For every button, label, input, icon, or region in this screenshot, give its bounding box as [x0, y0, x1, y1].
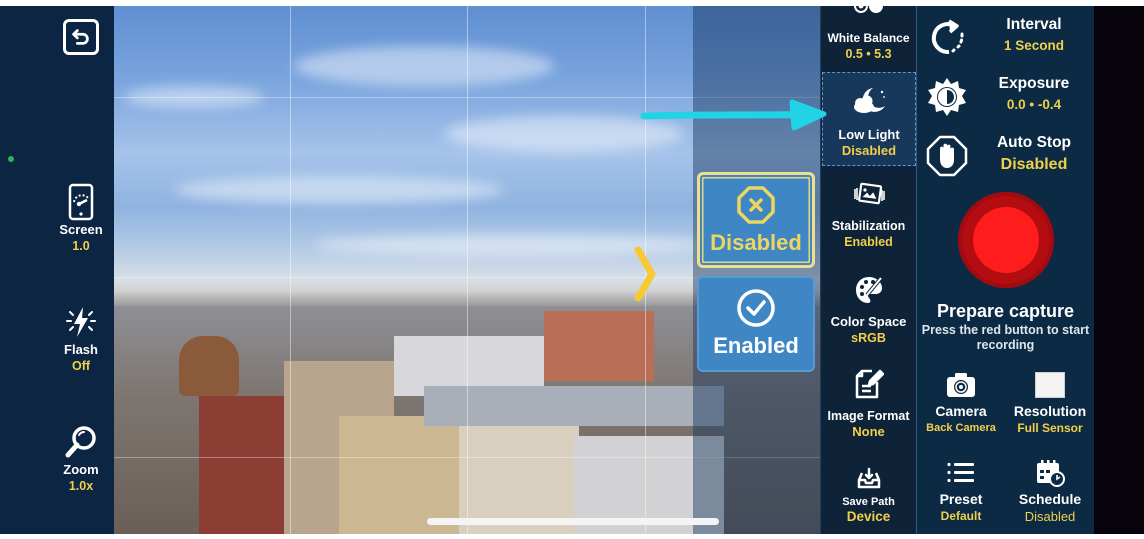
chevron-right-icon[interactable]: [632, 244, 658, 304]
zoom-label: Zoom: [63, 462, 99, 477]
save-tray-icon: [857, 467, 880, 489]
zoom-magnifier-icon: [65, 426, 96, 458]
grid-line-vertical: [467, 6, 468, 534]
interval-refresh-icon: [931, 19, 964, 55]
low-light-value: Disabled: [841, 143, 897, 158]
image-format-label: Image Format: [827, 409, 910, 423]
prepare-capture-subtitle: Press the red button to start recording: [921, 323, 1090, 352]
x-octagon-icon: [737, 186, 775, 224]
schedule-label: Schedule: [1018, 491, 1082, 507]
screen-label: Screen: [59, 222, 103, 237]
camera-label: Camera: [935, 403, 987, 419]
stabilization-setting[interactable]: Stabilization Enabled: [821, 178, 916, 250]
auto-stop-setting[interactable]: Auto Stop Disabled: [917, 130, 1094, 182]
moon-cloud-icon: [854, 88, 885, 113]
cloud: [174, 176, 504, 204]
stabilization-value: Enabled: [844, 235, 893, 249]
screen-value: 1.0: [72, 239, 90, 253]
back-arrow-icon: [72, 29, 89, 45]
camera-preview[interactable]: [114, 6, 820, 534]
flash-label: Flash: [64, 342, 98, 357]
color-space-label: Color Space: [830, 314, 907, 329]
color-space-setting[interactable]: Color Space sRGB: [821, 274, 916, 346]
grid-line-vertical: [290, 6, 291, 534]
stabilization-label: Stabilization: [831, 219, 906, 233]
screen-edge: [1094, 6, 1144, 534]
camera-app-screen: Screen 1.0 Flash Off Zoom 1.0x Disabled …: [0, 6, 1144, 534]
option-enabled-label: Enabled: [713, 333, 799, 358]
auto-stop-label: Auto Stop: [996, 134, 1072, 151]
white-balance-icon: [853, 6, 883, 13]
edit-document-icon: [855, 369, 884, 399]
color-space-value: sRGB: [851, 331, 886, 345]
resolution-square-icon: [1035, 372, 1065, 398]
home-indicator[interactable]: [427, 518, 719, 525]
flash-icon: [66, 307, 96, 337]
schedule-calendar-icon: [1037, 460, 1065, 487]
record-button[interactable]: [958, 192, 1054, 288]
exposure-setting[interactable]: Exposure 0.0 • -0.4: [917, 71, 1094, 123]
left-sidebar: Screen 1.0 Flash Off Zoom 1.0x: [0, 6, 114, 534]
control-column: Interval 1 Second Exposure 0.0 • -0.4 Au…: [917, 6, 1094, 534]
save-path-label: Save Path: [842, 496, 895, 508]
status-indicator-dot: [8, 156, 14, 162]
exposure-sun-icon: [928, 78, 966, 116]
flash-control[interactable]: Flash Off: [48, 302, 114, 374]
preset-value: Default: [940, 509, 982, 523]
auto-stop-value: Disabled: [1000, 156, 1068, 173]
schedule-setting[interactable]: Schedule Disabled: [1006, 456, 1094, 525]
exposure-value: 0.0 • -0.4: [1006, 97, 1062, 112]
cloud: [294, 46, 554, 86]
screen-brightness-control[interactable]: Screen 1.0: [48, 182, 114, 254]
option-disabled[interactable]: Disabled: [697, 172, 815, 268]
screen-brightness-icon: [68, 183, 94, 221]
resolution-setting[interactable]: Resolution Full Sensor: [1006, 368, 1094, 437]
picker-backdrop: [693, 6, 820, 534]
red-building: [199, 396, 284, 534]
low-light-label: Low Light: [838, 127, 900, 142]
flash-value: Off: [71, 359, 91, 373]
palette-icon: [855, 276, 883, 303]
white-balance-label: White Balance: [827, 31, 910, 45]
stabilization-icon: [853, 182, 885, 205]
zoom-control[interactable]: Zoom 1.0x: [48, 422, 114, 494]
preset-setting[interactable]: Preset Default: [917, 456, 1005, 525]
preset-label: Preset: [939, 491, 983, 507]
option-enabled[interactable]: Enabled: [697, 276, 815, 372]
annotation-arrow-icon: [640, 99, 827, 131]
camera-setting[interactable]: Camera Back Camera: [917, 368, 1005, 437]
option-disabled-label: Disabled: [710, 230, 802, 255]
record-icon: [973, 207, 1039, 273]
image-format-setting[interactable]: Image Format None: [821, 368, 916, 440]
tree: [179, 336, 239, 396]
prepare-capture-title: Prepare capture: [936, 301, 1075, 321]
brick-building: [544, 311, 654, 381]
exposure-label: Exposure: [998, 75, 1070, 92]
zoom-value: 1.0x: [68, 479, 94, 493]
hand-stop-icon: [926, 135, 968, 177]
rooftops: [424, 386, 724, 426]
interval-value: 1 Second: [1003, 38, 1065, 53]
camera-icon: [947, 373, 975, 397]
back-button[interactable]: [63, 19, 99, 55]
white-balance-value: 0.5 • 5.3: [845, 47, 892, 61]
resolution-value: Full Sensor: [1017, 421, 1083, 435]
image-format-value: None: [852, 424, 885, 439]
camera-value: Back Camera: [926, 422, 996, 434]
low-light-setting[interactable]: Low Light Disabled: [822, 72, 916, 166]
preset-list-icon: [947, 462, 974, 483]
cream-building: [459, 411, 579, 534]
check-circle-icon: [737, 289, 775, 327]
beige-building: [339, 416, 459, 534]
resolution-label: Resolution: [1013, 403, 1087, 419]
interval-label: Interval: [1006, 16, 1062, 33]
interval-setting[interactable]: Interval 1 Second: [917, 12, 1094, 64]
save-path-value: Device: [846, 509, 891, 524]
schedule-value: Disabled: [1024, 509, 1076, 524]
save-path-setting[interactable]: Save Path Device: [821, 462, 916, 525]
white-balance-setting[interactable]: White Balance 0.5 • 5.3: [821, 6, 916, 62]
